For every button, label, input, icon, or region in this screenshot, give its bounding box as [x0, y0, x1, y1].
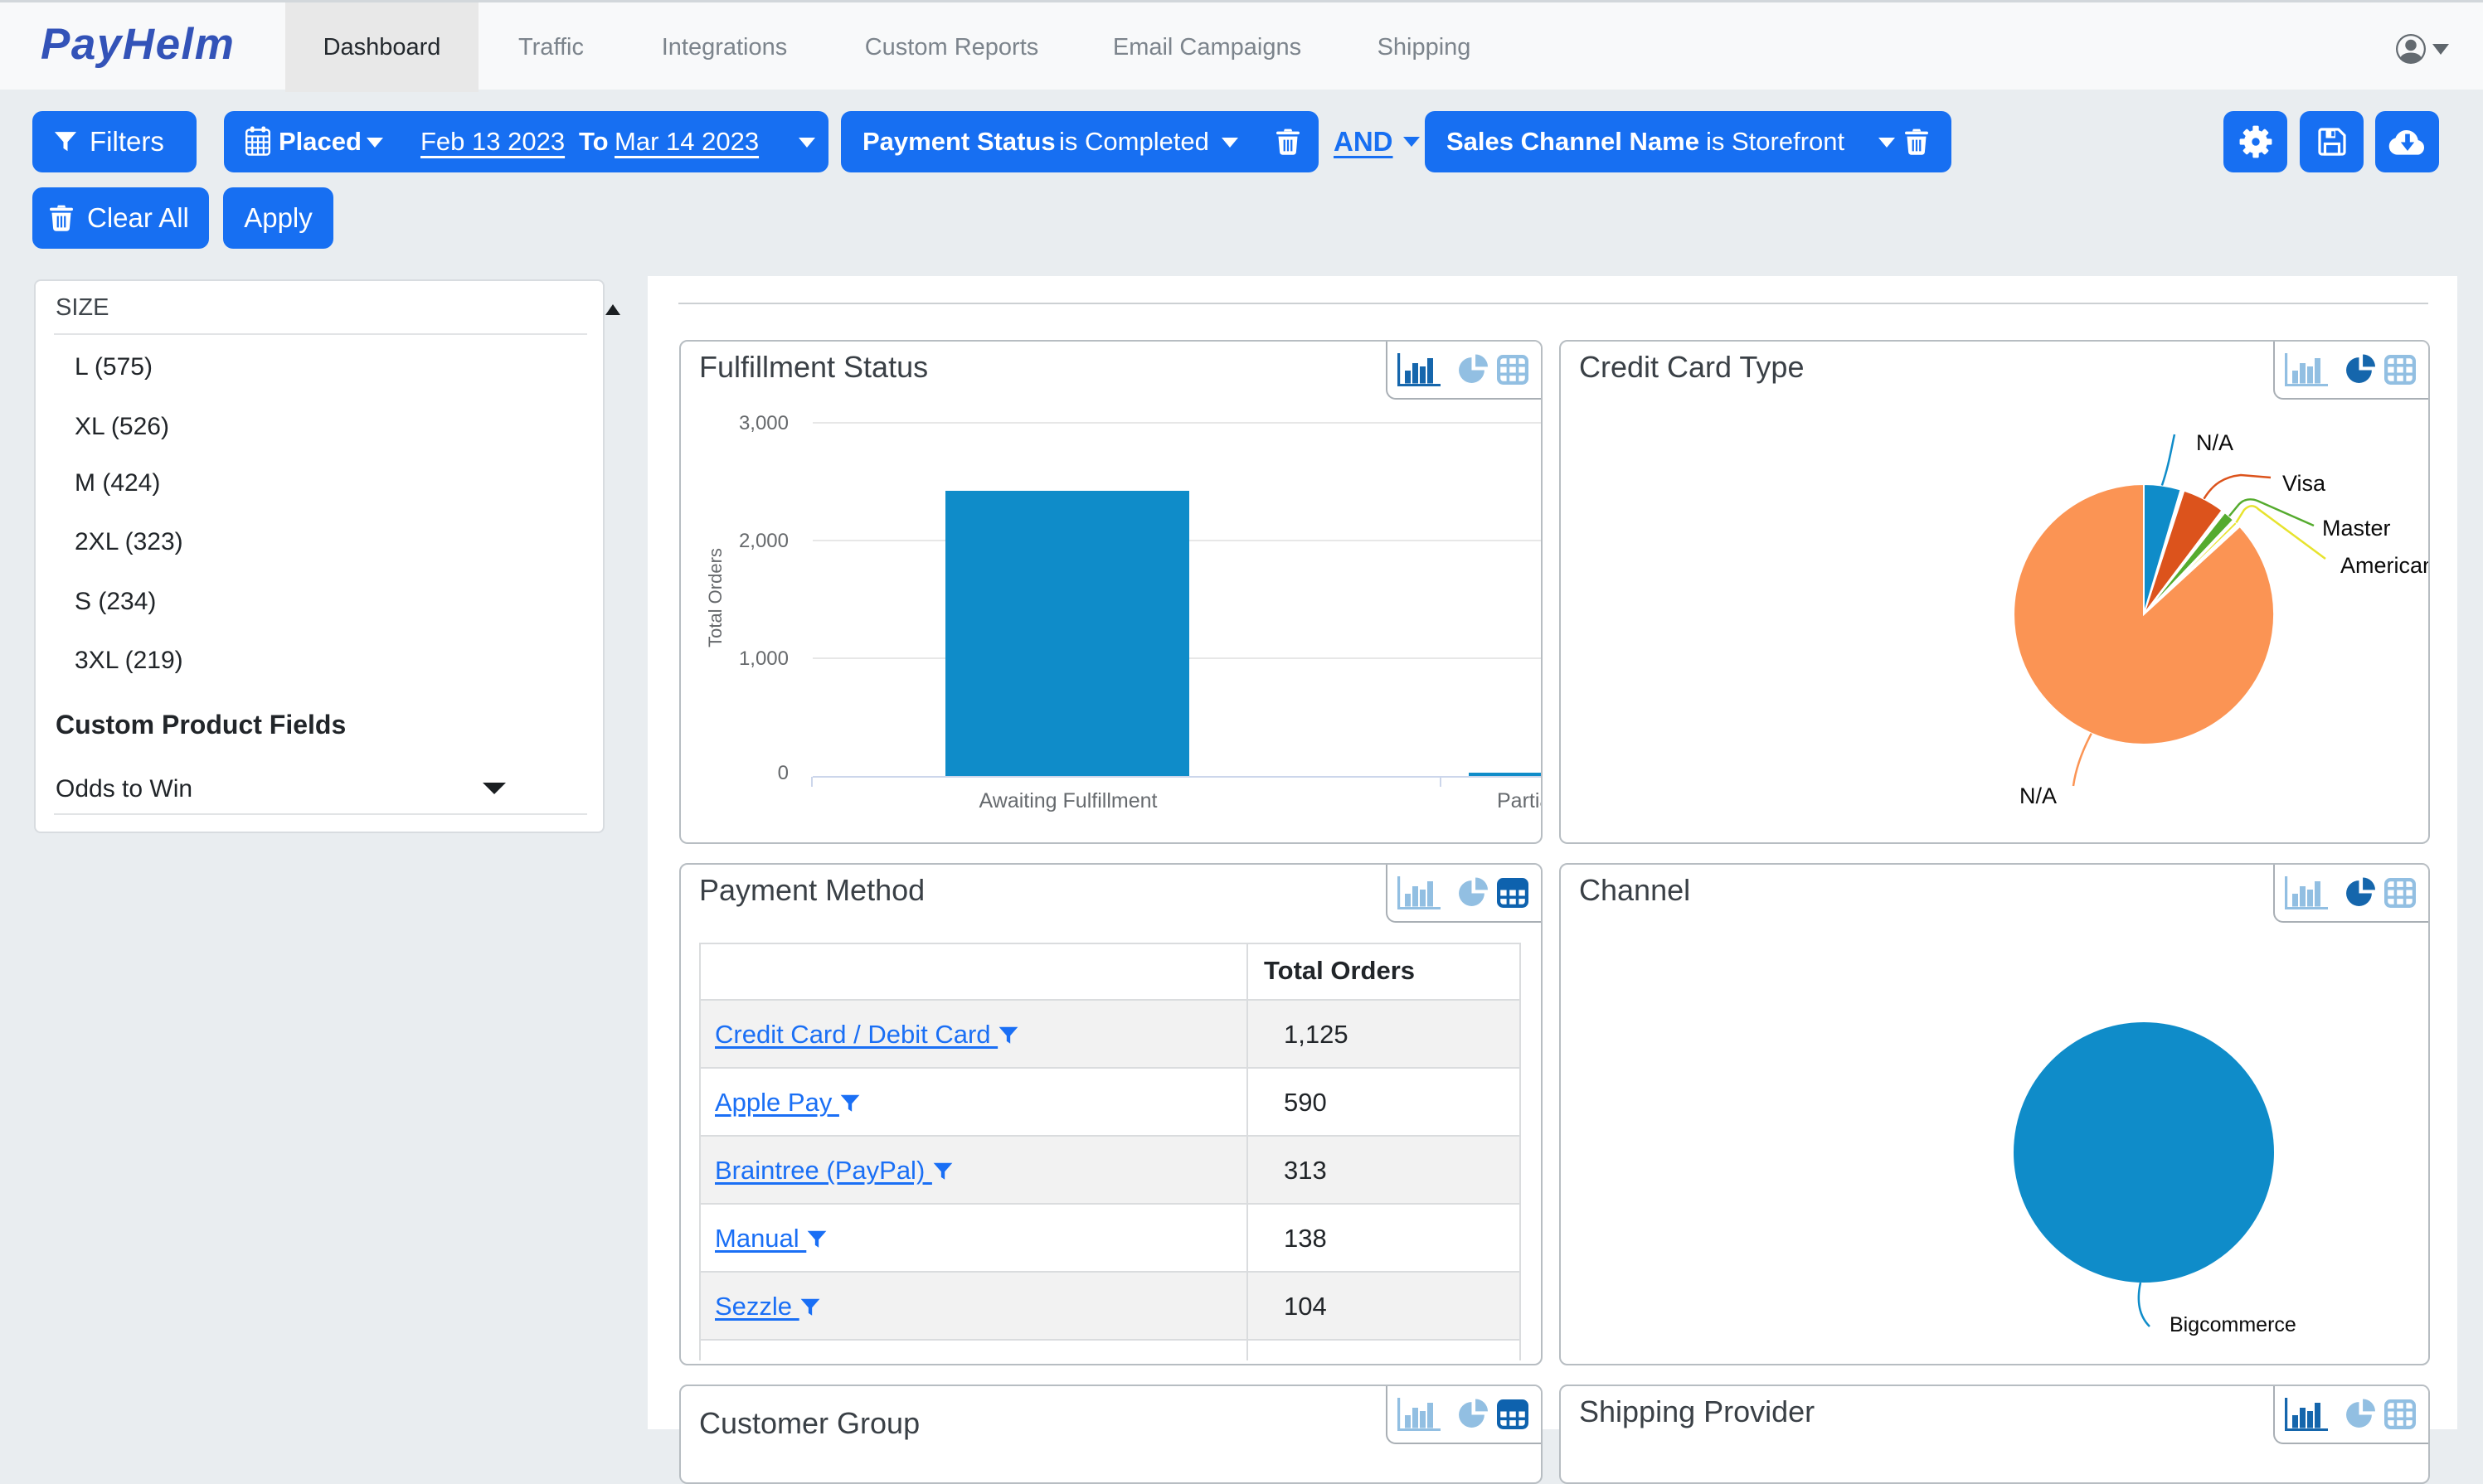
svg-text:Partially Shipped: Partially Shipped: [1497, 789, 1543, 812]
svg-text:N/A: N/A: [2019, 783, 2057, 808]
svg-text:Visa: Visa: [2282, 471, 2326, 496]
svg-text:3,000: 3,000: [739, 412, 789, 434]
svg-text:Bigcommerce: Bigcommerce: [2170, 1313, 2296, 1336]
svg-text:0: 0: [778, 762, 789, 784]
svg-text:N/A: N/A: [2196, 430, 2233, 455]
svg-text:Master: Master: [2322, 516, 2391, 541]
svg-text:American Express: American Express: [2340, 553, 2428, 578]
svg-text:1,000: 1,000: [739, 647, 789, 670]
svg-text:Total Orders: Total Orders: [705, 548, 726, 647]
svg-text:Awaiting Fulfillment: Awaiting Fulfillment: [979, 789, 1158, 812]
svg-text:2,000: 2,000: [739, 530, 789, 552]
